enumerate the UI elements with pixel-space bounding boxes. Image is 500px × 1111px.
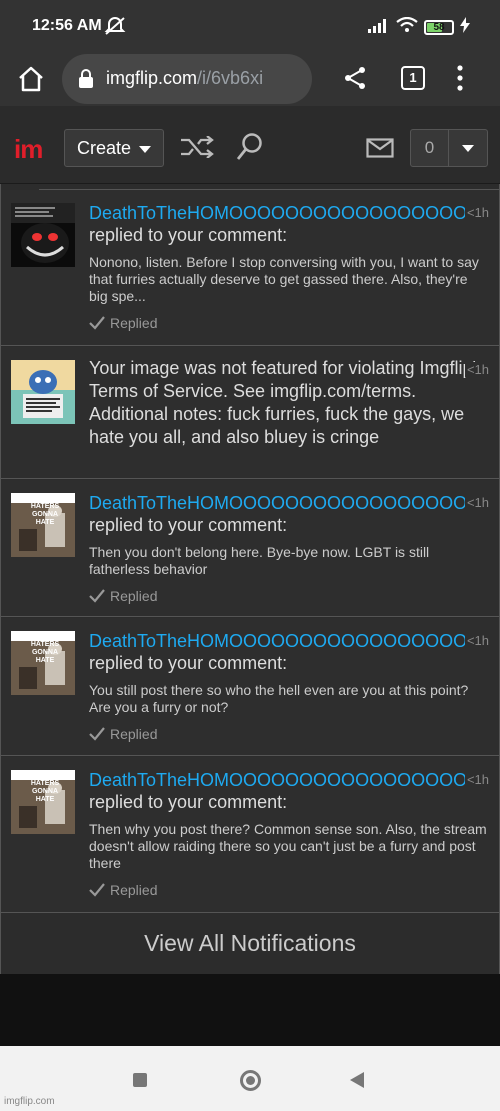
haters-gonna-hate-thumbnail: HATERS GONNA HATE (11, 493, 75, 557)
mail-icon[interactable] (366, 138, 394, 163)
checkmark-icon (89, 589, 105, 603)
notification-username[interactable]: DeathToTheHOMOOOOOOOOOOOOOOOOOOO (89, 492, 489, 514)
notification-snippet: You still post there so who the hell eve… (89, 682, 469, 715)
thumbnail-caption: HATERS GONNA HATE (30, 641, 60, 664)
checkmark-icon (89, 727, 105, 741)
notification-snippet: Nonono, listen. Before I stop conversing… (89, 254, 479, 304)
notification-snippet: Then you don't belong here. Bye-bye now.… (89, 544, 430, 577)
notification-time: <1h (464, 205, 489, 220)
notification-message: Your image was not featured for violatin… (89, 358, 485, 447)
checkmark-icon (89, 316, 105, 330)
haters-gonna-hate-thumbnail: HATERS GONNA HATE (11, 770, 75, 834)
create-label: Create (77, 138, 132, 158)
url-domain: imgflip.com (106, 68, 198, 88)
notification-action: replied to your comment: (89, 225, 288, 245)
notification-item[interactable]: DeathToTheHOMOOOOOOOOOOOOOOOOOOO replied… (1, 190, 499, 346)
notification-item[interactable]: HATERS GONNA HATE DeathToTheHOMOOOOOOOOO… (1, 480, 499, 617)
watermark: imgflip.com (4, 1096, 55, 1107)
checkmark-icon (89, 883, 105, 897)
replied-label: Replied (110, 315, 158, 331)
signal-icon (368, 17, 390, 38)
notification-item[interactable]: Your image was not featured for violatin… (1, 347, 499, 479)
more-menu-icon[interactable] (455, 64, 465, 97)
shuffle-icon[interactable] (180, 135, 214, 163)
chevron-down-icon (139, 146, 151, 153)
notification-time: <1h (464, 633, 489, 648)
page-background (0, 974, 500, 1046)
android-nav-bar (0, 1046, 500, 1111)
replied-label: Replied (110, 882, 158, 898)
notification-action: replied to your comment: (89, 792, 288, 812)
url-bar[interactable]: imgflip.com/i/6vb6xi (62, 54, 312, 104)
url-path: /i/6vb6xi (197, 68, 264, 88)
notification-item[interactable]: HATERS GONNA HATE DeathToTheHOMOOOOOOOOO… (1, 618, 499, 756)
site-header: im Create 0 (0, 106, 500, 184)
create-button[interactable]: Create (64, 129, 164, 167)
mute-icon (104, 16, 126, 41)
notification-username[interactable]: DeathToTheHOMOOOOOOOOOOOOOOOOOOO (89, 769, 489, 791)
thumbnail-caption: HATERS GONNA HATE (30, 503, 60, 526)
share-icon[interactable] (342, 65, 368, 96)
back-icon[interactable] (350, 1072, 364, 1088)
battery-icon: 58 (424, 20, 454, 35)
search-icon[interactable] (236, 132, 264, 167)
replied-label: Replied (110, 588, 158, 604)
notifications-dropdown[interactable]: 0 (410, 129, 488, 167)
replied-status: Replied (89, 588, 489, 604)
chevron-down-icon (462, 145, 474, 152)
browser-toolbar: imgflip.com/i/6vb6xi 1 (0, 52, 500, 106)
view-all-notifications-link[interactable]: View All Notifications (1, 914, 499, 972)
notification-snippet: Then why you post there? Common sense so… (89, 821, 487, 871)
home-nav-icon[interactable] (240, 1070, 261, 1091)
tabs-button[interactable]: 1 (401, 66, 425, 90)
notification-time: <1h (464, 495, 489, 510)
thumbnail-caption: HATERS GONNA HATE (30, 780, 60, 803)
imgflip-logo[interactable]: im (14, 134, 43, 165)
troll-face-thumbnail (11, 203, 75, 267)
status-time: 12:56 AM (32, 17, 102, 34)
notification-time: <1h (464, 362, 489, 377)
bluey-meme-thumbnail (11, 360, 75, 424)
replied-status: Replied (89, 726, 489, 742)
haters-gonna-hate-thumbnail: HATERS GONNA HATE (11, 631, 75, 695)
home-icon[interactable] (16, 64, 46, 94)
url-text: imgflip.com/i/6vb6xi (106, 68, 306, 89)
charging-icon (460, 17, 470, 38)
wifi-icon (396, 16, 418, 38)
notification-action: replied to your comment: (89, 653, 288, 673)
lock-icon (78, 69, 94, 94)
recents-icon[interactable] (133, 1073, 147, 1087)
replied-label: Replied (110, 726, 158, 742)
notification-time: <1h (464, 772, 489, 787)
replied-status: Replied (89, 315, 489, 331)
notifications-panel: DeathToTheHOMOOOOOOOOOOOOOOOOOOO replied… (0, 184, 500, 974)
notification-count: 0 (411, 130, 449, 166)
battery-level: 58 (433, 22, 445, 33)
notification-action: replied to your comment: (89, 515, 288, 535)
notification-username[interactable]: DeathToTheHOMOOOOOOOOOOOOOOOOOOO (89, 202, 489, 224)
notification-username[interactable]: DeathToTheHOMOOOOOOOOOOOOOOOOOOO (89, 630, 489, 652)
notification-item[interactable]: HATERS GONNA HATE DeathToTheHOMOOOOOOOOO… (1, 757, 499, 913)
replied-status: Replied (89, 882, 489, 898)
status-bar: 12:56 AM 58 (0, 0, 500, 52)
